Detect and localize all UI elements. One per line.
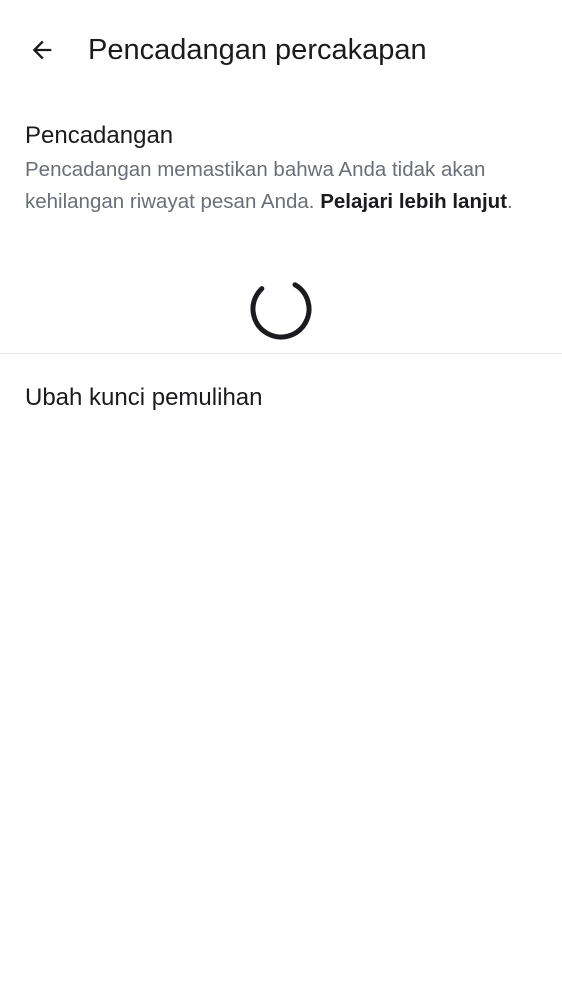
app-bar: Pencadangan percakapan	[0, 0, 562, 100]
section-heading: Pencadangan	[25, 122, 174, 149]
divider	[0, 353, 562, 354]
description-period: .	[507, 189, 513, 213]
learn-more-link[interactable]: Pelajari lebih lanjut	[320, 190, 507, 213]
section-description: Pencadangan memastikan bahwa Anda tidak …	[25, 154, 540, 217]
backup-section: Pencadangan Pencadangan memastikan bahwa…	[25, 120, 540, 217]
change-recovery-key-item[interactable]: Ubah kunci pemulihan	[0, 366, 562, 430]
page-title: Pencadangan percakapan	[88, 34, 427, 66]
arrow-left-icon	[32, 40, 52, 60]
change-recovery-key-label: Ubah kunci pemulihan	[25, 384, 263, 411]
loading-spinner-icon	[250, 278, 312, 340]
back-button[interactable]	[20, 28, 64, 72]
